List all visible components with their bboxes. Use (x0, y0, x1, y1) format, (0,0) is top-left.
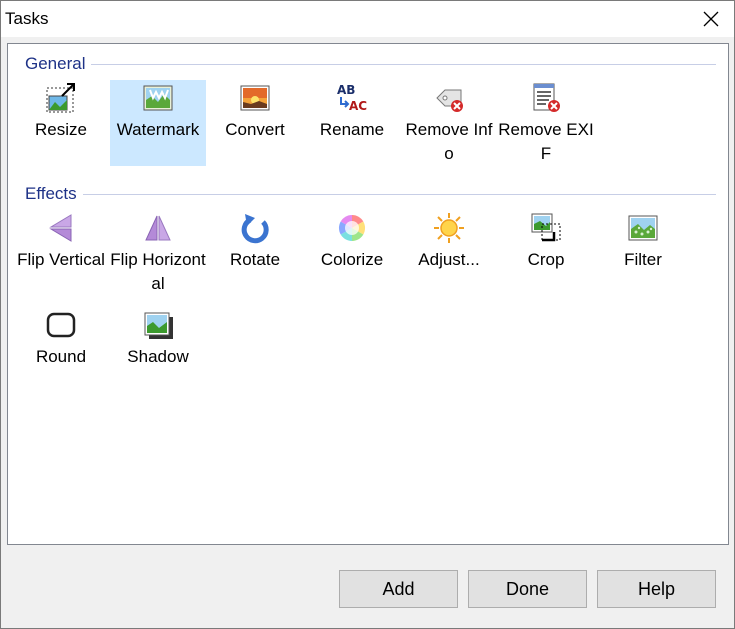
crop-icon (530, 212, 562, 244)
shadow-icon (142, 309, 174, 341)
task-flip-horizontal[interactable]: Flip Horizontal (110, 210, 206, 296)
task-label: Crop (527, 250, 565, 269)
task-remove-exif[interactable]: Remove EXIF (498, 80, 594, 166)
group-label: Effects (25, 184, 77, 203)
convert-icon (239, 82, 271, 114)
rotate-icon (239, 212, 271, 244)
adjust-icon (433, 212, 465, 244)
watermark-icon (142, 82, 174, 114)
close-button[interactable] (688, 1, 734, 37)
task-label: Watermark (116, 120, 200, 139)
task-colorize[interactable]: Colorize (304, 210, 400, 296)
help-button[interactable]: Help (597, 570, 716, 608)
task-rotate[interactable]: Rotate (207, 210, 303, 296)
task-label: Filter (624, 250, 662, 269)
close-icon (703, 11, 719, 27)
task-adjust[interactable]: Adjust... (401, 210, 497, 296)
task-label: Colorize (320, 250, 384, 269)
remove-info-icon (433, 82, 465, 114)
task-label: Flip Vertical (17, 250, 105, 269)
tasks-dialog: Tasks General Resize Watermark Convert A… (0, 0, 735, 629)
group-header-general: General (25, 53, 716, 75)
colorize-icon (336, 212, 368, 244)
task-label: Adjust... (418, 250, 480, 269)
task-watermark[interactable]: Watermark (110, 80, 206, 166)
svg-text:AB: AB (337, 83, 355, 97)
task-label: Convert (225, 120, 285, 139)
done-button[interactable]: Done (468, 570, 587, 608)
task-label: Flip Horizontal (110, 250, 206, 293)
task-convert[interactable]: Convert (207, 80, 303, 166)
add-button[interactable]: Add (339, 570, 458, 608)
task-label: Resize (35, 120, 87, 139)
title-bar: Tasks (1, 1, 734, 37)
task-crop[interactable]: Crop (498, 210, 594, 296)
task-remove-info[interactable]: Remove Info (401, 80, 497, 166)
rename-icon: AB AC (336, 82, 368, 114)
resize-icon (45, 82, 77, 114)
filter-icon (627, 212, 659, 244)
task-label: Round (35, 347, 87, 366)
task-resize[interactable]: Resize (13, 80, 109, 166)
group-header-effects: Effects (25, 183, 716, 205)
window-title: Tasks (5, 9, 49, 28)
task-label: Rename (319, 120, 385, 139)
task-shadow[interactable]: Shadow (110, 307, 206, 393)
flip-horizontal-icon (142, 212, 174, 244)
task-list-panel: General Resize Watermark Convert AB AC R… (7, 43, 729, 545)
task-label: Remove EXIF (498, 120, 594, 163)
task-label: Remove Info (405, 120, 493, 163)
group-label: General (25, 54, 86, 73)
group-divider (82, 193, 716, 195)
remove-exif-icon (530, 82, 562, 114)
task-flip-vertical[interactable]: Flip Vertical (13, 210, 109, 296)
task-rename[interactable]: AB AC Rename (304, 80, 400, 166)
round-icon (45, 309, 77, 341)
task-label: Shadow (127, 347, 189, 366)
task-filter[interactable]: Filter (595, 210, 691, 296)
flip-vertical-icon (45, 212, 77, 244)
task-label: Rotate (229, 250, 281, 269)
svg-text:AC: AC (349, 99, 367, 113)
group-divider (91, 63, 716, 65)
task-round[interactable]: Round (13, 307, 109, 393)
